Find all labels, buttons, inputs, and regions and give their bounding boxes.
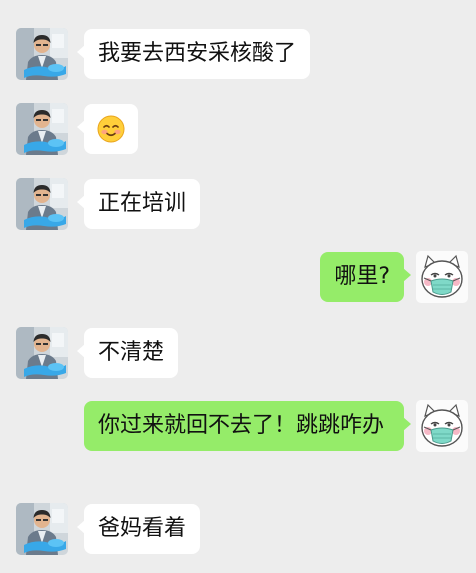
message-bubble-incoming[interactable] bbox=[77, 104, 138, 154]
message-text: 哪里? bbox=[334, 264, 390, 289]
message-text: 你过来就回不去了！跳跳咋办 bbox=[98, 413, 385, 438]
message-text: 正在培训 bbox=[98, 191, 187, 216]
friend-avatar[interactable] bbox=[16, 103, 68, 155]
message-bubble-incoming[interactable]: 爸妈看着 bbox=[76, 504, 201, 554]
message-text: 爸妈看着 bbox=[98, 516, 187, 541]
message-text: 不清楚 bbox=[98, 340, 165, 365]
friend-avatar[interactable] bbox=[16, 503, 68, 555]
message-text: 我要去西安采核酸了 bbox=[98, 41, 297, 66]
friend-avatar[interactable] bbox=[16, 327, 68, 379]
message-bubble-outgoing[interactable]: 哪里? bbox=[320, 252, 411, 302]
message-bubble-incoming[interactable]: 正在培训 bbox=[76, 179, 201, 229]
message-bubble-incoming[interactable]: 我要去西安采核酸了 bbox=[76, 29, 311, 79]
my-avatar[interactable] bbox=[416, 400, 468, 452]
message-bubble-incoming[interactable]: 不清楚 bbox=[76, 328, 179, 378]
message-bubble-outgoing[interactable]: 你过来就回不去了！跳跳咋办 bbox=[84, 401, 411, 451]
my-avatar[interactable] bbox=[416, 251, 468, 303]
friend-avatar[interactable] bbox=[16, 178, 68, 230]
smiling-face-icon bbox=[96, 114, 126, 144]
chat-area[interactable]: 我要去西安采核酸了 正在培训 哪里? 不清楚 你过来就回不去了！跳跳咋办 爸妈看… bbox=[0, 0, 476, 573]
friend-avatar[interactable] bbox=[16, 28, 68, 80]
